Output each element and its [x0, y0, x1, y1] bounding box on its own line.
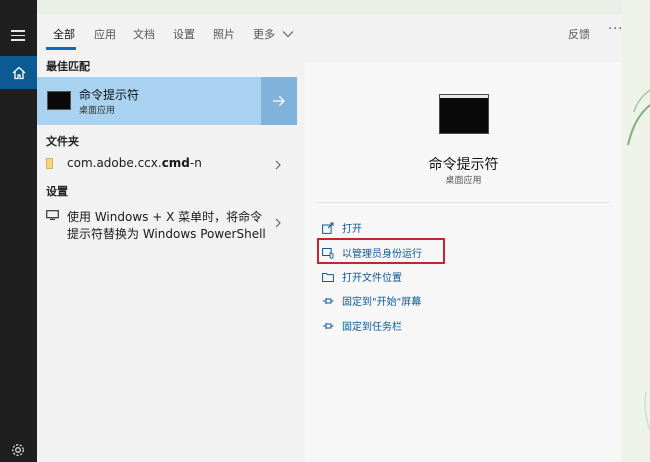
arrow-right-icon: [273, 96, 285, 106]
shield-run-icon: [322, 248, 334, 259]
tab-photos[interactable]: 照片: [213, 26, 235, 42]
hamburger-menu-icon[interactable]: [11, 30, 25, 41]
settings-result-line1: 使用 Windows + X 菜单时，将命令: [67, 210, 263, 224]
action-run-as-admin-label: 以管理员身份运行: [342, 249, 422, 260]
folder-name-suffix: -n: [189, 156, 202, 170]
best-match-heading: 最佳匹配: [46, 60, 90, 73]
start-rail: [0, 0, 37, 462]
active-tab-indicator: [46, 47, 76, 50]
folder-result-label: com.adobe.ccx.cmd-n: [67, 156, 202, 170]
search-panel: 全部 应用 文档 设置 照片 更多 反馈 ··· 最佳匹配 命令提示符 桌面应用: [37, 14, 622, 462]
settings-result-item[interactable]: 使用 Windows + X 菜单时，将命令 提示符替换为 Windows Po…: [37, 204, 297, 244]
chevron-right-icon: [275, 218, 281, 228]
tab-all[interactable]: 全部: [53, 26, 75, 42]
home-button[interactable]: [0, 56, 37, 89]
feedback-link[interactable]: 反馈: [568, 26, 590, 42]
folder-name-prefix: com.adobe.ccx.: [67, 156, 162, 170]
settings-gear-icon[interactable]: [10, 442, 26, 458]
pin-icon: [323, 323, 334, 329]
chevron-down-icon: [282, 31, 293, 38]
open-details-button[interactable]: [261, 77, 297, 125]
action-run-as-admin[interactable]: 以管理员身份运行: [317, 238, 517, 264]
chevron-right-icon: [275, 160, 281, 170]
settings-result-line2: 提示符替换为 Windows PowerShell: [67, 227, 266, 241]
folder-result-item[interactable]: com.adobe.ccx.cmd-n: [37, 152, 297, 176]
results-list: 最佳匹配 命令提示符 桌面应用 文件夹 com.adobe.ccx.cmd-n: [37, 52, 297, 462]
best-match-name: 命令提示符: [79, 88, 140, 102]
tab-documents[interactable]: 文档: [133, 26, 155, 42]
command-prompt-large-icon: [439, 94, 489, 134]
detail-pane: 命令提示符 桌面应用 打开 以管理员身份运行 打开文件位置 固定到"开始"屏幕 …: [305, 62, 622, 462]
folder-icon: [46, 158, 53, 169]
monitor-icon: [46, 210, 59, 220]
filter-tabs-bar: 全部 应用 文档 设置 照片 更多 反馈 ···: [37, 14, 622, 52]
action-pin-to-taskbar[interactable]: 固定到任务栏: [317, 317, 517, 335]
action-pin-to-taskbar-label: 固定到任务栏: [342, 322, 402, 333]
action-open-file-location-label: 打开文件位置: [342, 273, 402, 284]
best-match-item[interactable]: 命令提示符 桌面应用: [37, 77, 297, 125]
detail-subtitle: 桌面应用: [445, 176, 482, 186]
best-match-main[interactable]: 命令提示符 桌面应用: [37, 77, 261, 125]
detail-title: 命令提示符: [428, 157, 499, 173]
desktop-wallpaper: [622, 0, 650, 462]
tab-settings[interactable]: 设置: [173, 26, 195, 42]
folder-location-icon: [322, 273, 334, 282]
action-open-file-location[interactable]: 打开文件位置: [317, 268, 517, 286]
command-prompt-icon: [47, 91, 71, 110]
best-match-subtitle: 桌面应用: [79, 106, 116, 116]
tab-apps[interactable]: 应用: [94, 26, 116, 42]
action-pin-to-start-label: 固定到"开始"屏幕: [342, 297, 422, 308]
tab-more-label: 更多: [253, 28, 275, 41]
pin-icon: [323, 298, 334, 304]
settings-heading: 设置: [46, 185, 68, 198]
action-open[interactable]: 打开: [317, 219, 517, 237]
folder-name-match: cmd: [161, 156, 190, 170]
open-icon: [322, 222, 334, 234]
divider: [317, 202, 610, 203]
action-pin-to-start[interactable]: 固定到"开始"屏幕: [317, 292, 517, 310]
action-open-label: 打开: [342, 224, 362, 235]
folders-heading: 文件夹: [46, 135, 79, 148]
home-icon: [12, 66, 25, 79]
more-options-button[interactable]: ···: [608, 22, 623, 37]
tab-more[interactable]: 更多: [253, 26, 294, 42]
